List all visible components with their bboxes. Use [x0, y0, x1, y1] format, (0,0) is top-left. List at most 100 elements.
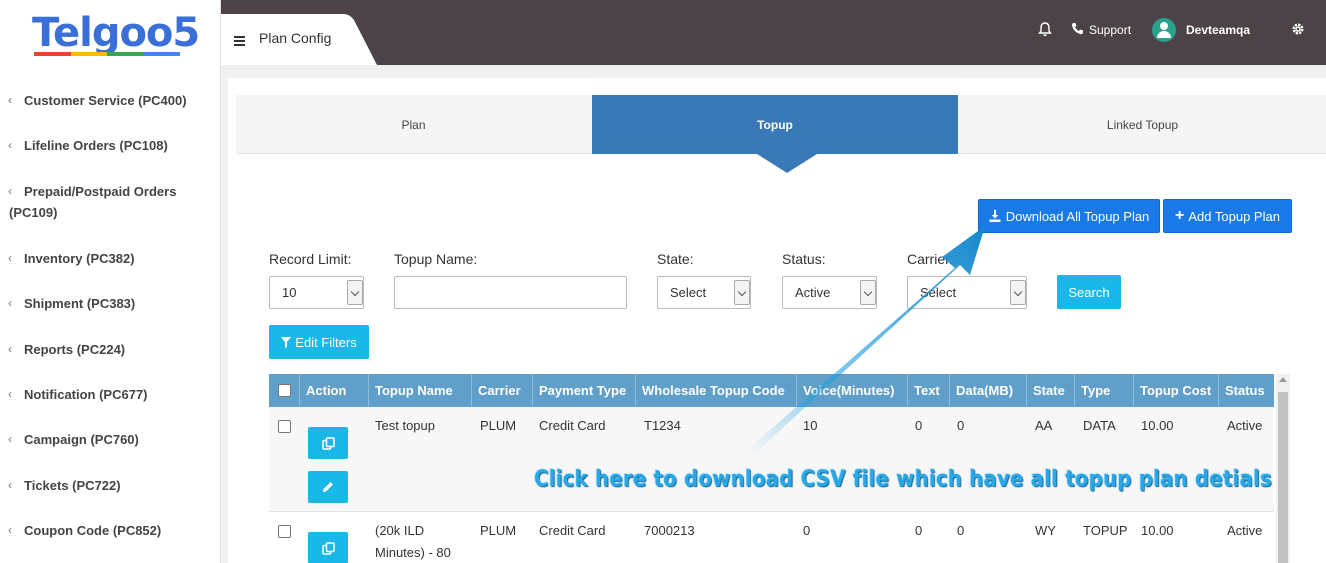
- carrier-select[interactable]: Select: [907, 276, 1027, 309]
- cell-text: 0: [915, 418, 923, 433]
- cell-status: Active: [1227, 523, 1263, 538]
- phone-icon[interactable]: [1071, 22, 1084, 38]
- topup-name-input[interactable]: [394, 276, 627, 309]
- sidebar-item-label: Shipment (PC383): [24, 296, 136, 311]
- download-icon: [989, 210, 1001, 222]
- column-header-voice-minutes[interactable]: Voice(Minutes): [797, 374, 908, 407]
- copy-button[interactable]: [308, 532, 348, 563]
- sidebar-item-inventory[interactable]: ‹ Inventory (PC382): [0, 248, 221, 269]
- tab-plan[interactable]: Plan: [236, 95, 591, 154]
- logo-underline: [34, 52, 180, 56]
- user-name[interactable]: Devteamqa: [1186, 23, 1250, 37]
- select-all-checkbox[interactable]: [278, 384, 291, 397]
- chevron-left-icon: ‹: [8, 432, 12, 446]
- chevron-left-icon: ‹: [8, 138, 12, 152]
- sidebar-item-customer-service[interactable]: ‹ Customer Service (PC400): [0, 90, 221, 111]
- cell-status: Active: [1227, 418, 1263, 433]
- sidebar: Telgoo5 ‹ Customer Service (PC400) ‹ Lif…: [0, 0, 221, 563]
- cell-data: 0: [957, 418, 965, 433]
- cell-topup-name-line2: Minutes) - 80: [375, 545, 451, 560]
- hamburger-icon[interactable]: [234, 36, 245, 46]
- column-header-payment-type[interactable]: Payment Type: [533, 374, 636, 407]
- user-avatar-icon[interactable]: [1152, 18, 1176, 42]
- active-tab-pointer: [757, 154, 817, 173]
- sidebar-item-label: Prepaid/Postpaid Orders: [24, 184, 177, 199]
- cell-cost: 10.00: [1141, 418, 1174, 433]
- record-limit-select[interactable]: 10: [269, 276, 364, 309]
- cell-carrier: PLUM: [480, 523, 517, 538]
- chevron-down-icon: [347, 280, 363, 305]
- chevron-left-icon: ‹: [8, 184, 12, 198]
- chevron-left-icon: ‹: [8, 478, 12, 492]
- cell-wholesale-code: T1234: [644, 418, 681, 433]
- copy-icon: [321, 541, 335, 555]
- gear-icon[interactable]: [1291, 22, 1305, 39]
- chevron-left-icon: ‹: [8, 296, 12, 310]
- carrier-value: Select: [920, 285, 957, 300]
- cell-payment-type: Credit Card: [539, 418, 606, 433]
- bell-icon[interactable]: [1038, 22, 1052, 40]
- status-label: Status:: [782, 251, 826, 267]
- state-label: State:: [657, 251, 694, 267]
- sidebar-item-label: Lifeline Orders (PC108): [24, 138, 168, 153]
- cell-cost: 10.00: [1141, 523, 1174, 538]
- header-select-all-cell: [269, 374, 300, 407]
- chevron-left-icon: ‹: [8, 387, 12, 401]
- sidebar-item-campaign[interactable]: ‹ Campaign (PC760): [0, 429, 221, 450]
- telgoo5-logo[interactable]: Telgoo5: [32, 8, 200, 58]
- cell-type: DATA: [1083, 418, 1116, 433]
- search-button[interactable]: Search: [1057, 275, 1121, 309]
- column-header-status[interactable]: Status: [1219, 374, 1274, 407]
- row-checkbox[interactable]: [278, 420, 291, 433]
- sidebar-item-prepaid-postpaid-orders[interactable]: ‹ Prepaid/Postpaid Orders (PC109): [0, 181, 221, 223]
- status-select[interactable]: Active: [782, 276, 877, 309]
- column-header-wholesale-topup-code[interactable]: Wholesale Topup Code: [636, 374, 797, 407]
- sidebar-item-shipment[interactable]: ‹ Shipment (PC383): [0, 293, 221, 314]
- scrollbar-thumb[interactable]: [1278, 392, 1288, 563]
- column-header-topup-cost[interactable]: Topup Cost: [1134, 374, 1219, 407]
- sidebar-item-label-line2: (PC109): [9, 205, 58, 220]
- edit-filters-button[interactable]: Edit Filters: [269, 325, 369, 359]
- sidebar-item-label: Customer Service (PC400): [24, 93, 187, 108]
- row-checkbox[interactable]: [278, 525, 291, 538]
- copy-button[interactable]: [308, 427, 348, 459]
- chevron-down-icon: [860, 280, 876, 305]
- sidebar-item-tickets[interactable]: ‹ Tickets (PC722): [0, 475, 221, 496]
- sidebar-item-label: Reports (PC224): [24, 342, 126, 357]
- column-header-text[interactable]: Text: [908, 374, 950, 407]
- add-topup-plan-button[interactable]: + Add Topup Plan: [1163, 199, 1292, 233]
- column-header-carrier[interactable]: Carrier: [472, 374, 533, 407]
- state-select[interactable]: Select: [657, 276, 751, 309]
- cell-state: AA: [1035, 418, 1053, 433]
- edit-filters-label: Edit Filters: [295, 334, 357, 350]
- sidebar-item-notification[interactable]: ‹ Notification (PC677): [0, 384, 221, 405]
- download-all-topup-plan-button[interactable]: Download All Topup Plan: [978, 199, 1160, 233]
- sidebar-item-label: Coupon Code (PC852): [24, 523, 162, 538]
- sidebar-item-label: Notification (PC677): [24, 387, 148, 402]
- status-value: Active: [795, 285, 831, 300]
- column-header-action: Action: [300, 374, 369, 407]
- sidebar-item-lifeline-orders[interactable]: ‹ Lifeline Orders (PC108): [0, 135, 221, 156]
- sidebar-item-coupon-code[interactable]: ‹ Coupon Code (PC852): [0, 520, 221, 541]
- sidebar-item-label: Inventory (PC382): [24, 251, 135, 266]
- cell-data: 0: [957, 523, 965, 538]
- edit-button[interactable]: [308, 471, 348, 503]
- chevron-left-icon: ‹: [8, 93, 12, 107]
- add-button-label: Add Topup Plan: [1188, 208, 1280, 224]
- scroll-up-arrow-icon[interactable]: [1279, 377, 1287, 382]
- column-header-topup-name[interactable]: Topup Name: [369, 374, 472, 407]
- column-header-type[interactable]: Type: [1075, 374, 1134, 407]
- tab-linked-topup[interactable]: Linked Topup: [959, 95, 1326, 154]
- column-header-state[interactable]: State: [1027, 374, 1075, 407]
- sidebar-item-label: Tickets (PC722): [24, 478, 121, 493]
- page-title: Plan Config: [259, 30, 332, 46]
- cell-topup-name: (20k ILD: [375, 523, 425, 538]
- plus-icon: +: [1175, 207, 1185, 224]
- download-button-label: Download All Topup Plan: [1005, 208, 1150, 224]
- column-header-data-mb[interactable]: Data(MB): [950, 374, 1027, 407]
- record-limit-value: 10: [282, 285, 297, 300]
- sidebar-item-reports[interactable]: ‹ Reports (PC224): [0, 339, 221, 360]
- tab-topup[interactable]: Topup: [592, 95, 958, 154]
- support-link[interactable]: Support: [1089, 23, 1131, 37]
- copy-icon: [321, 436, 335, 450]
